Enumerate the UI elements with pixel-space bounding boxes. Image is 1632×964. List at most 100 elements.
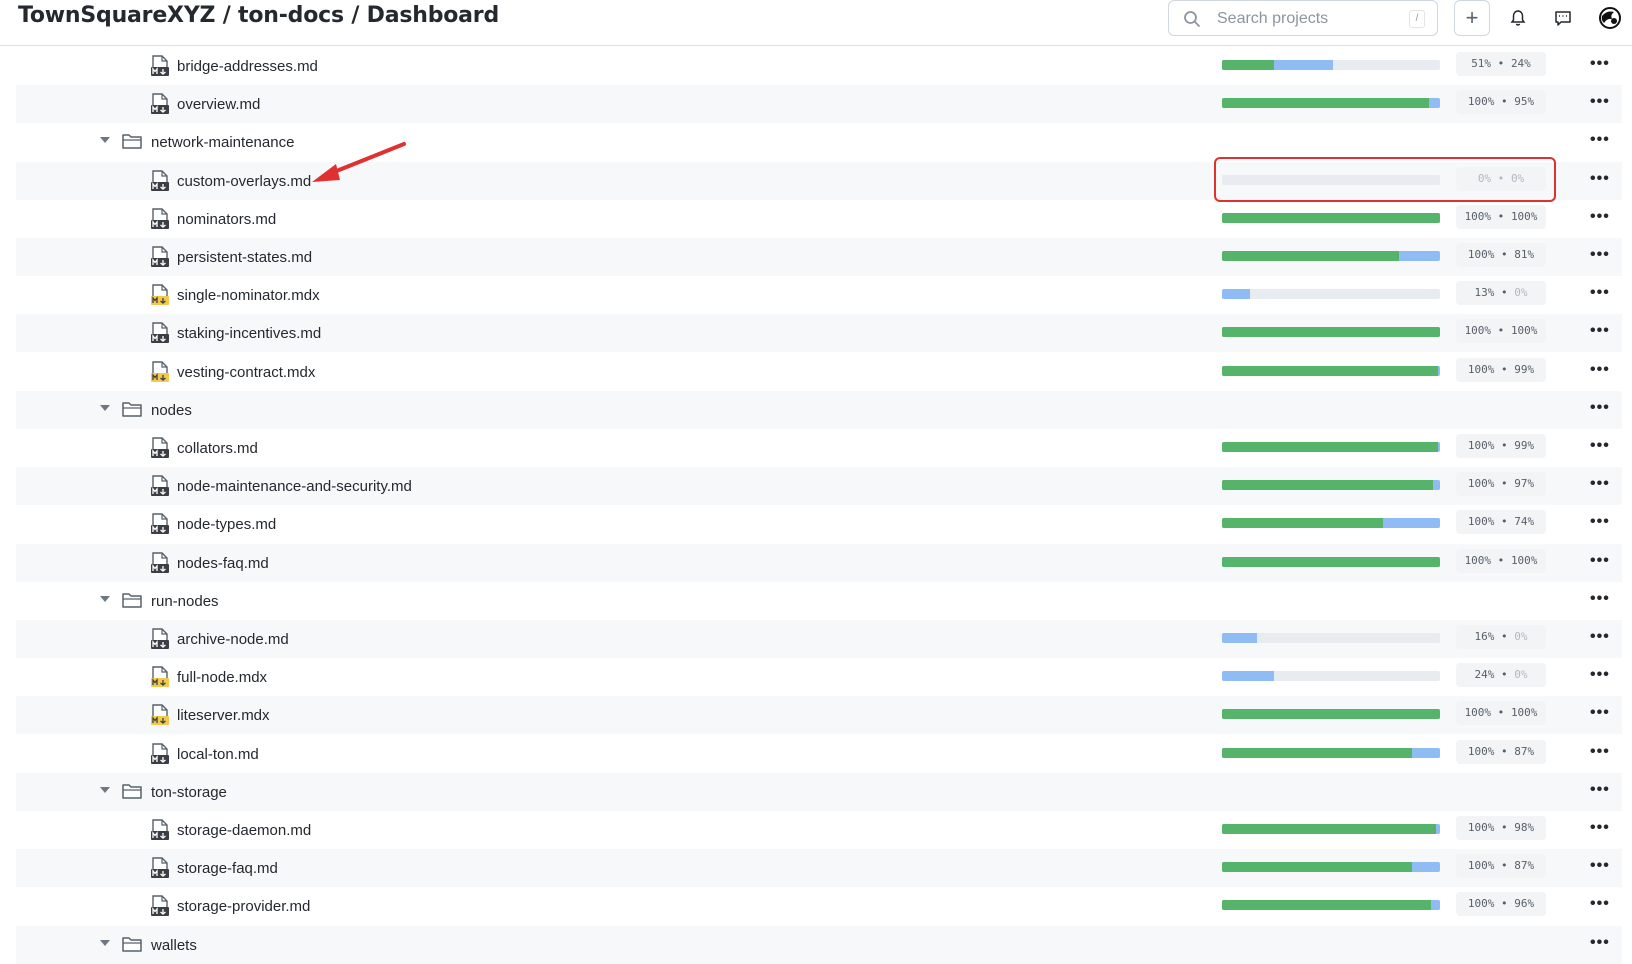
more-options-icon[interactable]: ••• bbox=[1590, 781, 1610, 799]
folder-row[interactable]: network-maintenance ••• bbox=[16, 123, 1622, 161]
search-input[interactable] bbox=[1215, 9, 1399, 29]
add-button[interactable]: + bbox=[1454, 0, 1490, 36]
search-icon bbox=[1184, 11, 1200, 27]
folder-name[interactable]: network-maintenance bbox=[151, 134, 294, 151]
file-row[interactable]: storage-daemon.md 100% • 98% ••• bbox=[16, 811, 1622, 849]
more-options-icon[interactable]: ••• bbox=[1590, 743, 1610, 761]
file-name[interactable]: nodes-faq.md bbox=[177, 555, 269, 572]
more-options-icon[interactable]: ••• bbox=[1590, 170, 1610, 188]
search-box[interactable]: / bbox=[1168, 0, 1438, 36]
folder-name[interactable]: wallets bbox=[151, 937, 197, 954]
separator-dot: • bbox=[1491, 57, 1511, 70]
notifications-button[interactable] bbox=[1500, 0, 1536, 36]
file-name[interactable]: persistent-states.md bbox=[177, 249, 312, 266]
more-options-icon[interactable]: ••• bbox=[1590, 552, 1610, 570]
more-options-icon[interactable]: ••• bbox=[1590, 322, 1610, 340]
chevron-down-icon[interactable] bbox=[100, 939, 110, 946]
file-row[interactable]: node-maintenance-and-security.md 100% • 9… bbox=[16, 467, 1622, 506]
more-options-icon[interactable]: ••• bbox=[1590, 93, 1610, 111]
file-name[interactable]: overview.md bbox=[177, 96, 260, 113]
more-options-icon[interactable]: ••• bbox=[1590, 857, 1610, 875]
progress-percentages: 100% • 98% bbox=[1456, 816, 1546, 840]
chevron-down-icon[interactable] bbox=[100, 137, 110, 144]
markdown-file-icon bbox=[151, 742, 169, 764]
folder-row[interactable]: nodes ••• bbox=[16, 390, 1622, 429]
file-name[interactable]: node-maintenance-and-security.md bbox=[177, 478, 412, 495]
file-name[interactable]: local-ton.md bbox=[177, 746, 259, 763]
file-row[interactable]: staking-incentives.md 100% • 100% ••• bbox=[16, 314, 1622, 353]
search-shortcut-hint: / bbox=[1409, 10, 1425, 28]
file-row[interactable]: local-ton.md 100% • 87% ••• bbox=[16, 735, 1622, 773]
more-options-icon[interactable]: ••• bbox=[1590, 131, 1610, 149]
more-options-icon[interactable]: ••• bbox=[1590, 246, 1610, 264]
file-row[interactable]: persistent-states.md 100% • 81% ••• bbox=[16, 238, 1622, 276]
more-options-icon[interactable]: ••• bbox=[1590, 399, 1610, 417]
translated-percent: 100% bbox=[1467, 897, 1495, 911]
more-options-icon[interactable]: ••• bbox=[1590, 284, 1610, 302]
folder-row[interactable]: ton-storage ••• bbox=[16, 772, 1622, 811]
file-row[interactable]: node-types.md 100% • 74% ••• bbox=[16, 505, 1622, 543]
markdown-file-icon bbox=[151, 628, 169, 649]
messages-button[interactable] bbox=[1545, 0, 1581, 36]
file-row[interactable]: nodes-faq.md 100% • 100% ••• bbox=[16, 543, 1622, 582]
translated-percent: 13% bbox=[1474, 286, 1495, 300]
folder-row[interactable]: run-nodes ••• bbox=[16, 582, 1622, 620]
user-avatar-button[interactable] bbox=[1592, 0, 1628, 36]
more-options-icon[interactable]: ••• bbox=[1590, 934, 1610, 952]
file-row[interactable]: vesting-contract.mdx 100% • 99% ••• bbox=[16, 353, 1622, 391]
file-name[interactable]: staking-incentives.md bbox=[177, 325, 321, 342]
more-options-icon[interactable]: ••• bbox=[1590, 895, 1610, 913]
file-row[interactable]: liteserver.mdx 100% • 100% ••• bbox=[16, 696, 1622, 735]
file-name[interactable]: storage-daemon.md bbox=[177, 822, 311, 839]
file-name[interactable]: node-types.md bbox=[177, 516, 276, 533]
more-options-icon[interactable]: ••• bbox=[1590, 819, 1610, 837]
more-options-icon[interactable]: ••• bbox=[1590, 513, 1610, 531]
more-options-icon[interactable]: ••• bbox=[1590, 475, 1610, 493]
progress-approved-fill bbox=[1222, 60, 1275, 70]
chevron-down-icon[interactable] bbox=[100, 786, 110, 793]
folder-name[interactable]: nodes bbox=[151, 402, 192, 419]
file-row[interactable]: full-node.mdx 24% • 0% ••• bbox=[16, 658, 1622, 696]
markdown-file-icon bbox=[151, 857, 169, 879]
file-name[interactable]: full-node.mdx bbox=[177, 669, 267, 686]
file-row[interactable]: single-nominator.mdx 13% • 0% ••• bbox=[16, 276, 1622, 314]
more-options-icon[interactable]: ••• bbox=[1590, 55, 1610, 73]
file-row[interactable]: storage-provider.md 100% • 96% ••• bbox=[16, 887, 1622, 925]
file-name[interactable]: storage-faq.md bbox=[177, 860, 278, 877]
file-name[interactable]: collators.md bbox=[177, 440, 258, 457]
approved-percent: 100% bbox=[1510, 553, 1538, 567]
more-options-icon[interactable]: ••• bbox=[1590, 704, 1610, 722]
file-name[interactable]: bridge-addresses.md bbox=[177, 58, 318, 75]
chevron-down-icon[interactable] bbox=[100, 404, 110, 411]
file-name[interactable]: archive-node.md bbox=[177, 631, 289, 648]
folder-name[interactable]: run-nodes bbox=[151, 593, 219, 610]
progress-bar bbox=[1222, 365, 1440, 376]
chevron-down-icon[interactable] bbox=[100, 595, 110, 602]
separator-dot: • bbox=[1491, 324, 1511, 338]
file-row[interactable]: storage-faq.md 100% • 87% ••• bbox=[16, 849, 1622, 888]
file-name[interactable]: custom-overlays.md bbox=[177, 173, 311, 190]
file-row[interactable]: archive-node.md 16% • 0% ••• bbox=[16, 620, 1622, 658]
more-options-icon[interactable]: ••• bbox=[1590, 628, 1610, 646]
folder-row[interactable]: wallets ••• bbox=[16, 925, 1622, 964]
separator-dot: • bbox=[1494, 821, 1515, 834]
file-name[interactable]: storage-provider.md bbox=[177, 898, 310, 915]
file-row[interactable]: collators.md 100% • 99% ••• bbox=[16, 429, 1622, 467]
file-row[interactable]: nominators.md 100% • 100% ••• bbox=[16, 200, 1622, 238]
file-row[interactable]: bridge-addresses.md 51% • 24% ••• bbox=[16, 47, 1622, 85]
more-options-icon[interactable]: ••• bbox=[1590, 208, 1610, 226]
file-row[interactable]: overview.md 100% • 95% ••• bbox=[16, 85, 1622, 124]
file-name[interactable]: nominators.md bbox=[177, 211, 276, 228]
more-options-icon[interactable]: ••• bbox=[1590, 666, 1610, 684]
more-options-icon[interactable]: ••• bbox=[1590, 437, 1610, 455]
folder-name[interactable]: ton-storage bbox=[151, 784, 227, 801]
file-name[interactable]: single-nominator.mdx bbox=[177, 287, 320, 304]
file-name[interactable]: vesting-contract.mdx bbox=[177, 364, 315, 381]
markdown-file-icon bbox=[151, 246, 169, 267]
markdown-file-icon bbox=[151, 551, 169, 573]
file-name[interactable]: liteserver.mdx bbox=[177, 707, 270, 724]
more-options-icon[interactable]: ••• bbox=[1590, 590, 1610, 608]
markdown-file-icon bbox=[151, 169, 169, 191]
more-options-icon[interactable]: ••• bbox=[1590, 361, 1610, 379]
approved-percent: 97% bbox=[1514, 477, 1535, 491]
